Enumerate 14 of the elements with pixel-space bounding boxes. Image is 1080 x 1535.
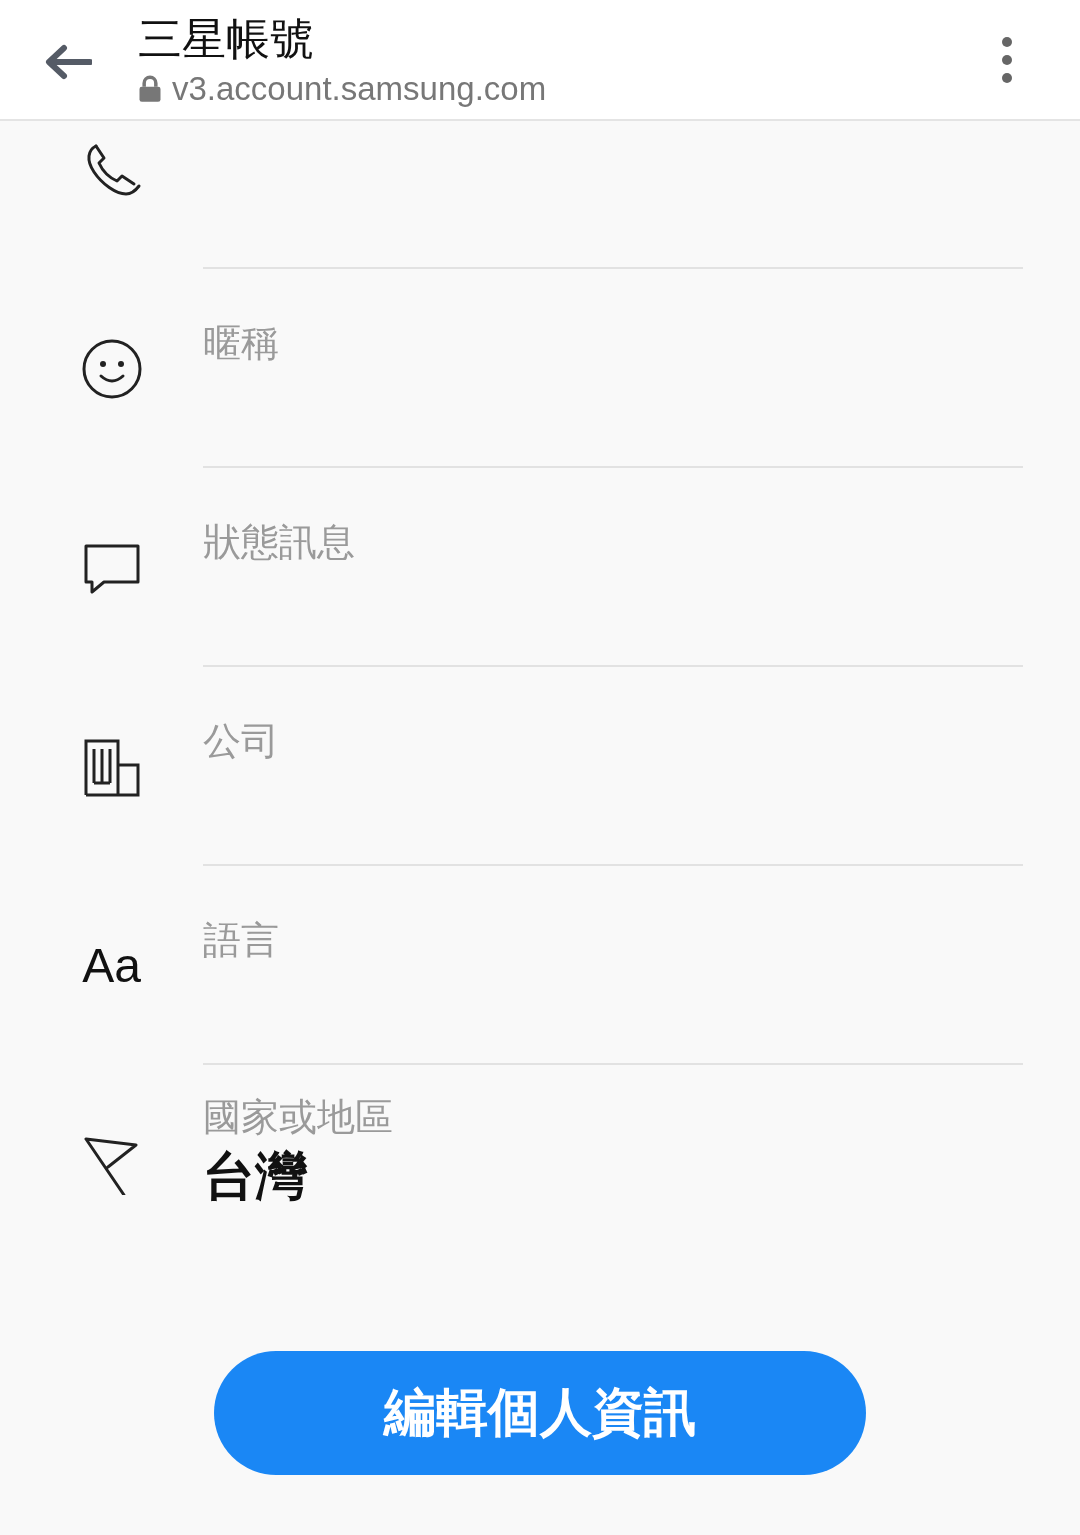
lock-icon [138, 74, 162, 103]
smiley-icon [81, 338, 142, 399]
field-label: 語言 [203, 917, 280, 964]
page-title: 三星帳號 [138, 11, 315, 66]
field-label: 暱稱 [203, 320, 280, 367]
edit-profile-button[interactable]: 編輯個人資訊 [214, 1351, 866, 1475]
field-label: 公司 [203, 718, 280, 765]
font-icon: Aa [82, 938, 141, 993]
more-options-icon[interactable] [1000, 35, 1014, 84]
field-label: 國家或地區 [203, 1094, 394, 1141]
field-label: 狀態訊息 [203, 519, 356, 566]
field-value: 台灣 [203, 1145, 309, 1208]
url-text: v3.account.samsung.com [172, 68, 547, 109]
back-arrow-icon[interactable] [44, 43, 92, 80]
